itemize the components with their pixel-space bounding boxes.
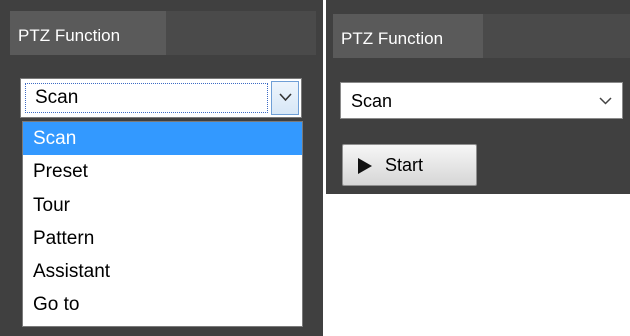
tab-label: PTZ Function [341,29,444,48]
dropdown-button[interactable] [271,81,299,115]
option-scan[interactable]: Scan [23,122,302,156]
chevron-down-icon [599,97,612,105]
option-pattern[interactable]: Pattern [23,222,302,255]
select-value: Scan [351,91,393,111]
ptz-mode-select[interactable]: Scan [340,82,623,119]
tab-strip-left [166,11,316,55]
tab-ptz-function-right[interactable]: PTZ Function [333,14,483,58]
tab-ptz-function-left[interactable]: PTZ Function [10,11,166,55]
select-value: Scan [25,83,268,113]
panel-divider [323,0,326,336]
dropdown-list: Scan Preset Tour Pattern Assistant Go to [22,121,303,327]
option-preset[interactable]: Preset [23,155,302,188]
start-label: Start [385,155,424,175]
tab-strip-right [483,14,630,58]
option-go-to[interactable]: Go to [23,288,302,321]
start-button[interactable]: Start [342,144,477,186]
play-icon [358,158,372,174]
option-tour[interactable]: Tour [23,189,302,222]
ptz-mode-select-open[interactable]: Scan [20,78,302,118]
chevron-down-icon [279,93,292,102]
tab-label: PTZ Function [18,26,121,45]
option-assistant[interactable]: Assistant [23,255,302,288]
